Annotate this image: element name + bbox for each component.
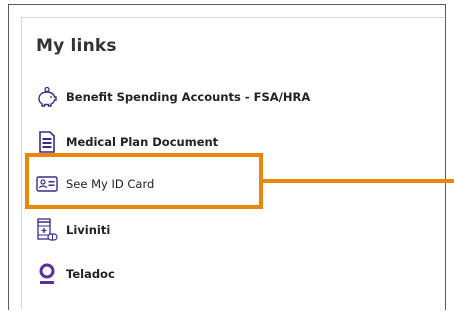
- location-pin-icon: [36, 263, 58, 285]
- link-label: Liviniti: [66, 223, 111, 237]
- link-liviniti[interactable]: Liviniti: [36, 218, 110, 242]
- panel-title: My links: [36, 36, 117, 56]
- piggy-bank-icon: [36, 86, 58, 108]
- link-medical-plan-document[interactable]: Medical Plan Document: [36, 130, 218, 154]
- document-icon: [36, 131, 58, 153]
- link-teladoc[interactable]: Teladoc: [36, 262, 115, 286]
- link-benefit-spending-accounts[interactable]: Benefit Spending Accounts - FSA/HRA: [36, 85, 310, 109]
- highlight-box: [25, 153, 263, 209]
- pharmacy-icon: [36, 218, 58, 241]
- link-label: Benefit Spending Accounts - FSA/HRA: [66, 90, 311, 104]
- callout-pointer-line: [263, 179, 454, 183]
- link-label: Medical Plan Document: [66, 135, 219, 149]
- link-label: Teladoc: [66, 267, 115, 281]
